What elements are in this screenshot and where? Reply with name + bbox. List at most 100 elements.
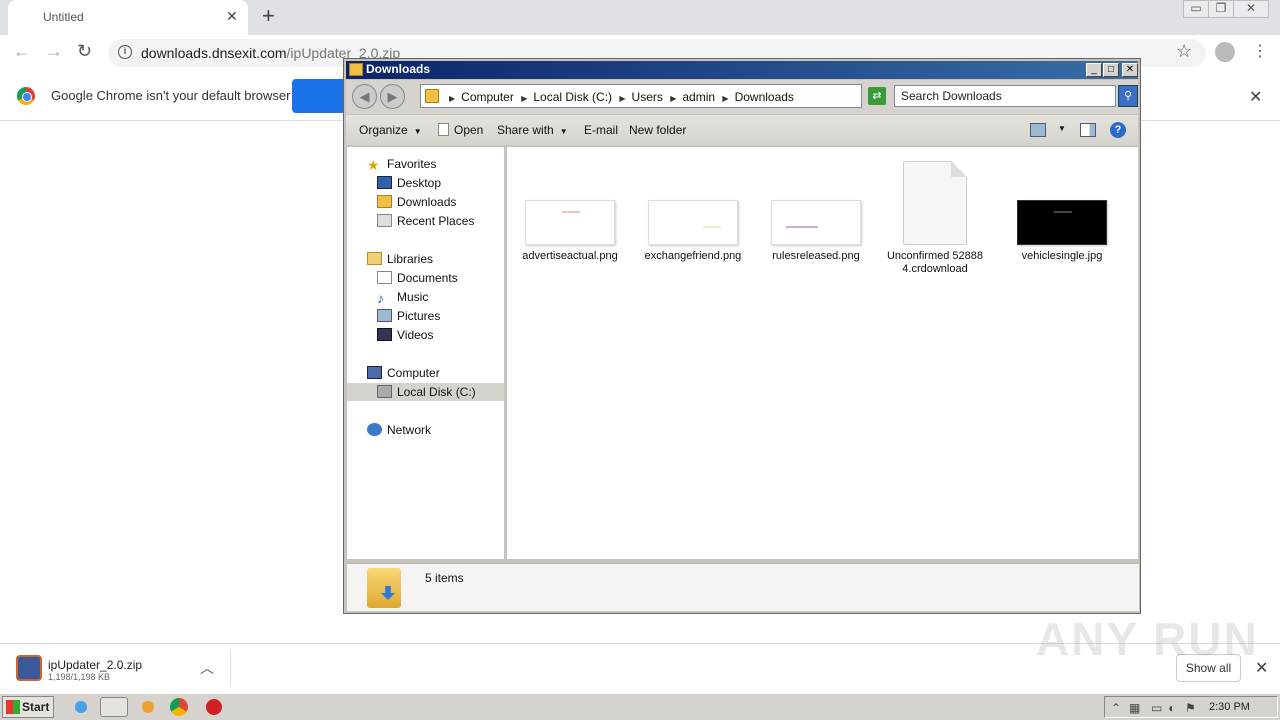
chrome-taskbar-icon[interactable] <box>170 698 188 716</box>
info-icon[interactable]: i <box>118 45 132 59</box>
file-list: advertiseactual.png exchangefriend.png r… <box>507 147 1138 559</box>
file-name: exchangefriend.png <box>644 250 742 262</box>
refresh-icon[interactable]: ⇄ <box>868 87 886 105</box>
chrome-tabstrip: Untitled ✕ + ▭ ❐ ✕ <box>0 0 1280 35</box>
explorer-address-row: ◀ ▶ ▶ Computer ▶ Local Disk (C:) ▶ Users ▶ a… <box>346 80 1138 114</box>
maximize-icon[interactable]: □ <box>1103 63 1119 77</box>
change-view-icon[interactable] <box>1030 123 1046 137</box>
infobar-message: Google Chrome isn't your default browser <box>51 88 291 103</box>
close-window-icon[interactable]: ✕ <box>1233 0 1269 18</box>
breadcrumb-item[interactable]: Local Disk (C:) <box>533 90 612 104</box>
minimize-icon[interactable]: ▭ <box>1183 0 1209 18</box>
search-input[interactable]: Search Downloads <box>894 85 1116 107</box>
computer-icon <box>367 366 382 379</box>
nav-computer[interactable]: Computer <box>367 366 440 380</box>
chevron-up-icon[interactable]: ︿ <box>200 658 214 678</box>
breadcrumb-item[interactable]: Users <box>632 90 663 104</box>
file-item[interactable]: Unconfirmed 528884.crdownload <box>885 161 985 276</box>
file-item[interactable]: exchangefriend.png <box>643 200 743 263</box>
preview-pane-icon[interactable] <box>1080 123 1096 137</box>
documents-icon <box>377 271 392 284</box>
system-tray: ⌃ ▦ ▭ ◖ ⚑ 2:30 PM <box>1104 696 1278 718</box>
breadcrumb-item[interactable]: Computer <box>461 90 514 104</box>
breadcrumb-item[interactable]: Downloads <box>735 90 794 104</box>
drive-icon <box>377 385 392 398</box>
libraries-icon <box>367 252 382 265</box>
nav-videos[interactable]: Videos <box>377 328 433 342</box>
reload-icon[interactable]: ↻ <box>77 41 92 62</box>
tab-close-icon[interactable]: ✕ <box>226 8 238 25</box>
details-pane: 5 items <box>347 563 1139 611</box>
downloads-folder-icon <box>377 195 392 208</box>
nav-pictures[interactable]: Pictures <box>377 309 440 323</box>
view-dropdown-icon[interactable]: ▼ <box>1058 124 1066 133</box>
display-tray-icon[interactable]: ▭ <box>1151 701 1162 715</box>
explorer-titlebar[interactable]: Downloads _ □ ✕ <box>346 61 1138 79</box>
folder-icon <box>425 89 439 103</box>
security-alert-icon[interactable] <box>206 699 222 715</box>
nav-documents[interactable]: Documents <box>377 271 458 285</box>
item-count: 5 items <box>425 571 464 585</box>
chrome-menu-icon[interactable]: ⋮ <box>1252 41 1268 61</box>
tray-expand-icon[interactable]: ⌃ <box>1111 701 1121 715</box>
volume-icon[interactable]: ◖ <box>1167 701 1174 715</box>
videos-icon <box>377 328 392 341</box>
action-center-flag-icon[interactable]: ⚑ <box>1185 701 1196 715</box>
desktop-icon <box>377 176 392 189</box>
bookmark-star-icon[interactable]: ☆ <box>1176 41 1192 62</box>
organize-button[interactable]: Organize ▼ <box>359 123 422 137</box>
close-icon[interactable]: ✕ <box>1122 63 1138 77</box>
chrome-logo-icon <box>17 87 35 105</box>
start-button[interactable]: Start <box>2 696 54 718</box>
download-size: 1,198/1,198 KB <box>48 672 111 682</box>
nav-downloads[interactable]: Downloads <box>377 195 456 209</box>
downloads-folder-icon <box>367 568 401 608</box>
back-arrow-icon[interactable]: ← <box>13 41 31 62</box>
breadcrumb[interactable]: ▶ Computer ▶ Local Disk (C:) ▶ Users ▶ admin… <box>420 84 930 108</box>
file-item[interactable]: vehiclesingle.jpg <box>1012 200 1112 263</box>
share-with-button[interactable]: Share with ▼ <box>497 123 568 137</box>
winrar-archive-icon[interactable] <box>16 655 42 681</box>
media-player-icon[interactable] <box>137 697 159 717</box>
file-item[interactable]: rulesreleased.png <box>766 200 866 263</box>
explorer-title: Downloads <box>366 62 431 76</box>
email-button[interactable]: E-mail <box>584 123 618 137</box>
forward-button[interactable]: ▶ <box>380 84 405 109</box>
minimize-icon[interactable]: _ <box>1086 63 1102 77</box>
profile-avatar-icon[interactable] <box>1215 42 1235 62</box>
image-thumbnail <box>648 200 738 245</box>
new-folder-button[interactable]: New folder <box>629 123 686 137</box>
forward-arrow-icon[interactable]: → <box>45 41 63 62</box>
file-item[interactable]: advertiseactual.png <box>520 200 620 263</box>
browser-tab[interactable]: Untitled ✕ <box>8 0 248 35</box>
folder-icon <box>349 63 363 76</box>
infobar-close-icon[interactable]: ✕ <box>1249 87 1262 107</box>
file-name: rulesreleased.png <box>772 250 860 262</box>
taskbar: Start ⌃ ▦ ▭ ◖ ⚑ 2:30 PM <box>0 693 1280 720</box>
search-icon[interactable]: ⚲ <box>1118 85 1138 107</box>
star-icon: ★ <box>367 157 380 173</box>
nav-recent-places[interactable]: Recent Places <box>377 214 474 228</box>
nav-favorites[interactable]: ★ Favorites <box>367 157 436 173</box>
new-tab-plus-icon[interactable]: + <box>262 3 275 29</box>
blank-document-icon <box>903 161 967 245</box>
explorer-taskbar-icon[interactable] <box>100 697 128 717</box>
network-tray-icon[interactable]: ▦ <box>1129 701 1140 715</box>
nav-music[interactable]: ♪ Music <box>377 290 428 306</box>
restore-icon[interactable]: ❐ <box>1208 0 1234 18</box>
breadcrumb-item[interactable]: admin <box>682 90 715 104</box>
help-icon[interactable]: ? <box>1110 122 1126 138</box>
nav-network[interactable]: Network <box>367 423 431 437</box>
nav-libraries[interactable]: Libraries <box>367 252 433 266</box>
nav-local-disk[interactable]: Local Disk (C:) <box>347 383 504 401</box>
file-name: Unconfirmed 528884.crdownload <box>886 250 983 275</box>
divider <box>230 650 231 686</box>
open-button[interactable]: Open <box>438 123 483 137</box>
internet-explorer-icon[interactable] <box>70 697 92 717</box>
network-icon <box>367 423 382 436</box>
document-icon <box>438 123 449 136</box>
back-button[interactable]: ◀ <box>352 84 377 109</box>
clock[interactable]: 2:30 PM <box>1209 701 1250 713</box>
download-filename[interactable]: ipUpdater_2.0.zip <box>48 658 142 672</box>
nav-desktop[interactable]: Desktop <box>377 176 441 190</box>
